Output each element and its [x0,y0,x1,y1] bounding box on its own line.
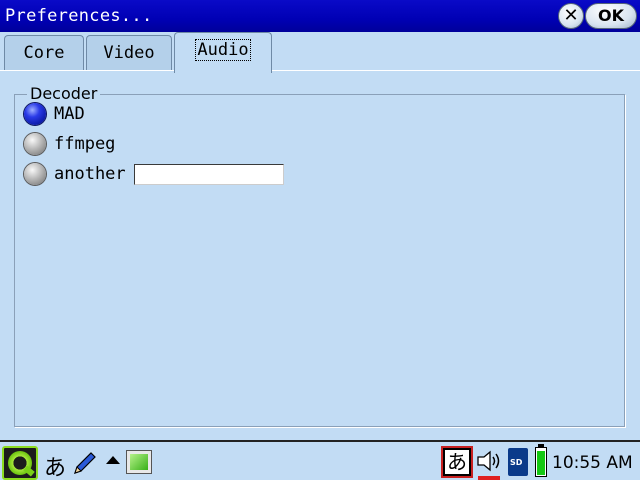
clock[interactable]: 10:55 AM [552,453,633,473]
up-arrow-icon[interactable] [106,456,120,464]
window-title: Preferences... [5,6,153,26]
tab-bar: Core Video Audio [0,32,640,73]
radio-another[interactable]: another [24,162,126,186]
ok-button[interactable]: OK [585,3,637,29]
radio-ffmpeg[interactable]: ffmpeg [24,132,115,156]
radio-ffmpeg-label: ffmpeg [54,134,116,154]
tab-video-label: Video [103,43,155,63]
radio-unselected-icon[interactable] [24,163,46,185]
input-method-label[interactable]: あ [44,450,66,480]
tab-divider [0,70,640,71]
input-method-indicator[interactable]: あ [443,448,471,476]
volume-level-bar [478,476,500,480]
radio-unselected-icon[interactable] [24,133,46,155]
tab-video[interactable]: Video [86,35,172,71]
tab-core[interactable]: Core [4,35,84,71]
qtopia-start-icon[interactable] [2,446,38,480]
sd-card-label: SD [510,458,523,467]
sd-card-icon[interactable]: SD [508,448,528,476]
tab-core-label: Core [23,43,65,63]
radio-another-label: another [54,164,126,184]
tab-audio-label: Audio [195,39,251,61]
tab-audio[interactable]: Audio [174,32,272,73]
close-button[interactable]: ✕ [558,3,584,29]
decoder-group-title: Decoder [27,84,101,103]
radio-selected-icon[interactable] [24,103,46,125]
speaker-icon[interactable] [476,449,504,473]
radio-mad[interactable]: MAD [24,102,85,126]
radio-mad-label: MAD [54,104,85,124]
battery-icon[interactable] [535,444,547,477]
screen-icon[interactable] [126,450,152,474]
title-bar: Preferences... ✕ OK [0,0,640,32]
taskbar: あ あ SD 10:55 AM [0,440,640,480]
another-decoder-input[interactable] [134,164,284,185]
pen-icon[interactable] [72,450,98,476]
